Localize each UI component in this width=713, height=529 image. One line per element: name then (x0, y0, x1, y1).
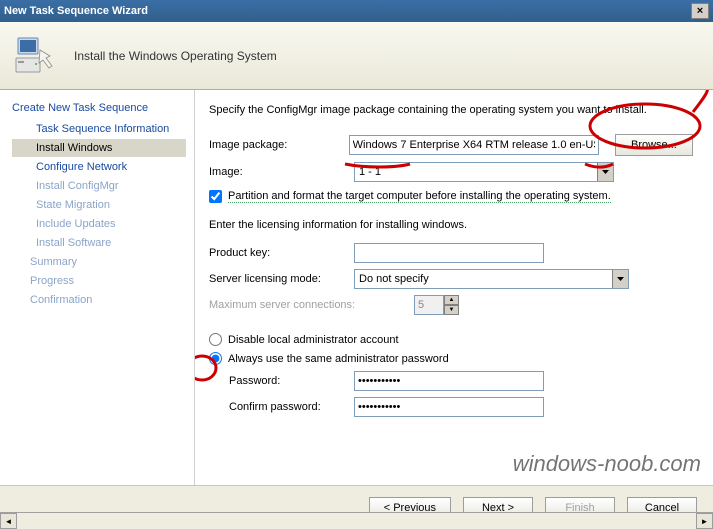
sidebar-item-install-software[interactable]: Install Software (12, 234, 186, 252)
main-panel: Specify the ConfigMgr image package cont… (195, 90, 713, 485)
scroll-right-icon[interactable]: ► (696, 513, 713, 529)
max-conn-label: Maximum server connections: (209, 299, 414, 311)
row-product-key: Product key: (209, 243, 693, 263)
sidebar-root[interactable]: Create New Task Sequence (12, 102, 186, 114)
sidebar-item-progress[interactable]: Progress (12, 272, 186, 290)
sidebar-item-confirmation[interactable]: Confirmation (12, 291, 186, 309)
max-conn-field (414, 295, 444, 315)
image-package-field[interactable] (349, 135, 600, 155)
partition-checkbox-label[interactable]: Partition and format the target computer… (228, 190, 611, 203)
titlebar: New Task Sequence Wizard × (0, 0, 713, 22)
server-mode-value: Do not specify (359, 273, 612, 285)
sidebar-item-install-configmgr[interactable]: Install ConfigMgr (12, 177, 186, 195)
sidebar-item-include-updates[interactable]: Include Updates (12, 215, 186, 233)
wizard-icon (10, 32, 58, 80)
instruction-top: Specify the ConfigMgr image package cont… (209, 104, 693, 116)
partition-checkbox[interactable] (209, 190, 222, 203)
server-mode-label: Server licensing mode: (209, 273, 354, 285)
server-mode-select[interactable]: Do not specify (354, 269, 629, 289)
confirm-password-label: Confirm password: (229, 401, 354, 413)
browse-button[interactable]: Browse... (615, 134, 693, 156)
image-select-value: 1 - 1 (359, 166, 597, 178)
wizard-header: Install the Windows Operating System (0, 22, 713, 90)
row-confirm-password: Confirm password: (209, 397, 693, 417)
row-image: Image: 1 - 1 (209, 162, 693, 182)
image-package-label: Image package: (209, 139, 349, 151)
chevron-down-icon (597, 163, 613, 181)
sidebar-item-summary[interactable]: Summary (12, 253, 186, 271)
image-label: Image: (209, 166, 354, 178)
row-radio-same-pw: Always use the same administrator passwo… (209, 352, 693, 365)
horizontal-scrollbar[interactable]: ◄ ► (0, 512, 713, 529)
password-field[interactable] (354, 371, 544, 391)
row-max-conn: Maximum server connections: ▲ ▼ (209, 295, 693, 315)
product-key-field[interactable] (354, 243, 544, 263)
wizard-body: Create New Task Sequence Task Sequence I… (0, 90, 713, 485)
scroll-left-icon[interactable]: ◄ (0, 513, 17, 529)
window-title: New Task Sequence Wizard (4, 5, 691, 17)
max-conn-spinner: ▲ ▼ (414, 295, 459, 315)
sidebar-item-state-migration[interactable]: State Migration (12, 196, 186, 214)
image-select[interactable]: 1 - 1 (354, 162, 614, 182)
disable-admin-label[interactable]: Disable local administrator account (228, 334, 399, 346)
row-partition-checkbox: Partition and format the target computer… (209, 190, 693, 203)
close-icon: × (697, 5, 703, 17)
password-label: Password: (229, 375, 354, 387)
sidebar-item-configure-network[interactable]: Configure Network (12, 158, 186, 176)
wizard-subtitle: Install the Windows Operating System (74, 49, 277, 63)
scroll-track[interactable] (17, 513, 696, 529)
row-password: Password: (209, 371, 693, 391)
sidebar: Create New Task Sequence Task Sequence I… (0, 90, 195, 485)
row-server-mode: Server licensing mode: Do not specify (209, 269, 693, 289)
sidebar-item-task-sequence-info[interactable]: Task Sequence Information (12, 120, 186, 138)
row-radio-disable: Disable local administrator account (209, 333, 693, 346)
same-password-radio[interactable] (209, 352, 222, 365)
close-button[interactable]: × (691, 3, 709, 19)
spin-down-icon: ▼ (444, 305, 459, 315)
product-key-label: Product key: (209, 247, 354, 259)
chevron-down-icon (612, 270, 628, 288)
spin-up-icon: ▲ (444, 295, 459, 305)
wizard-window: New Task Sequence Wizard × Install the W… (0, 0, 713, 529)
sidebar-item-install-windows[interactable]: Install Windows (12, 139, 186, 157)
instruction-license: Enter the licensing information for inst… (209, 219, 693, 231)
disable-admin-radio[interactable] (209, 333, 222, 346)
confirm-password-field[interactable] (354, 397, 544, 417)
same-password-label[interactable]: Always use the same administrator passwo… (228, 353, 449, 365)
row-image-package: Image package: Browse... (209, 134, 693, 156)
